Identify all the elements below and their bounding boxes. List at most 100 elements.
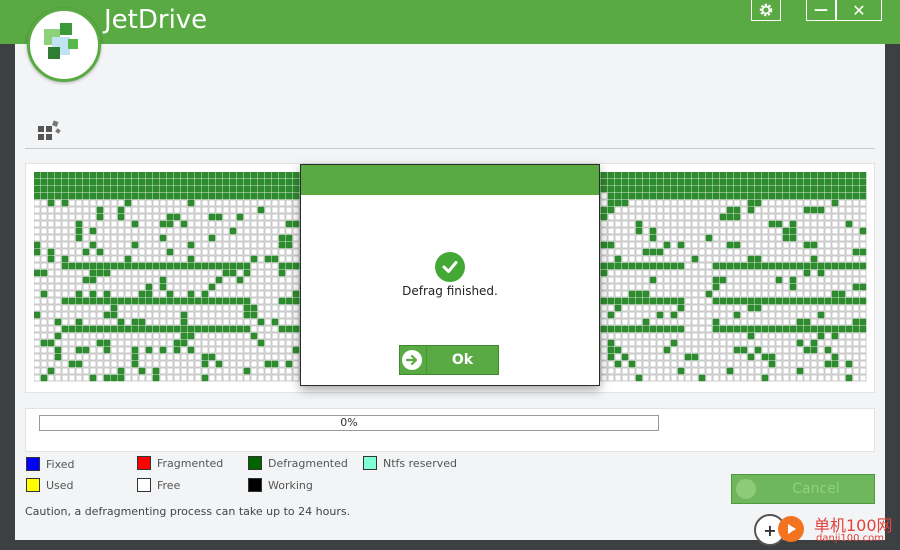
disk-cluster — [810, 269, 818, 277]
disk-cluster — [712, 241, 720, 249]
disk-cluster — [110, 227, 118, 235]
minimize-button[interactable]: — — [806, 0, 836, 21]
disk-cluster — [628, 283, 636, 291]
disk-cluster — [250, 199, 258, 207]
disk-cluster — [747, 234, 755, 242]
disk-cluster — [257, 311, 265, 319]
disk-cluster — [733, 227, 741, 235]
disk-cluster — [726, 172, 734, 179]
disk-cluster — [628, 325, 636, 333]
disk-cluster — [271, 346, 279, 354]
disk-cluster — [264, 304, 272, 312]
disk-cluster — [677, 325, 685, 333]
disk-cluster — [89, 185, 97, 193]
ok-button[interactable]: Ok — [399, 345, 499, 375]
disk-cluster — [726, 262, 734, 270]
defrag-tool-icon[interactable] — [37, 120, 63, 148]
disk-cluster — [719, 227, 727, 235]
disk-cluster — [740, 290, 748, 298]
disk-cluster — [68, 206, 76, 214]
disk-cluster — [180, 206, 188, 214]
dialog-message: Defrag finished. — [402, 284, 498, 298]
close-button[interactable]: ✕ — [836, 0, 882, 21]
disk-cluster — [621, 192, 629, 200]
disk-cluster — [782, 213, 790, 221]
disk-cluster — [89, 283, 97, 291]
disk-cluster — [663, 367, 671, 375]
disk-cluster — [712, 199, 720, 207]
disk-cluster — [705, 213, 713, 221]
disk-cluster — [243, 311, 251, 319]
disk-cluster — [117, 283, 125, 291]
disk-cluster — [705, 297, 713, 305]
disk-cluster — [607, 353, 615, 361]
disk-cluster — [712, 374, 720, 382]
disk-cluster — [663, 192, 671, 200]
disk-cluster — [131, 220, 139, 228]
disk-cluster — [684, 325, 692, 333]
legend-label: Working — [268, 478, 313, 492]
disk-cluster — [243, 304, 251, 312]
disk-cluster — [705, 178, 713, 186]
disk-cluster — [201, 318, 209, 326]
disk-cluster — [110, 367, 118, 375]
disk-cluster — [845, 311, 853, 319]
disk-cluster — [40, 311, 48, 319]
disk-cluster — [663, 332, 671, 340]
disk-cluster — [236, 325, 244, 333]
disk-cluster — [75, 367, 83, 375]
disk-cluster — [803, 304, 811, 312]
disk-cluster — [698, 276, 706, 284]
disk-cluster — [824, 297, 832, 305]
disk-cluster — [824, 304, 832, 312]
disk-cluster — [628, 192, 636, 200]
disk-cluster — [810, 185, 818, 193]
disk-cluster — [796, 227, 804, 235]
disk-cluster — [222, 346, 230, 354]
disk-cluster — [278, 297, 286, 305]
disk-cluster — [789, 269, 797, 277]
disk-cluster — [159, 374, 167, 382]
disk-cluster — [670, 234, 678, 242]
disk-cluster — [782, 304, 790, 312]
disk-cluster — [110, 262, 118, 270]
disk-cluster — [124, 276, 132, 284]
disk-cluster — [215, 304, 223, 312]
disk-cluster — [222, 339, 230, 347]
disk-cluster — [754, 172, 762, 179]
disk-cluster — [89, 262, 97, 270]
disk-cluster — [131, 290, 139, 298]
disk-cluster — [82, 360, 90, 368]
disk-cluster — [47, 367, 55, 375]
disk-cluster — [859, 172, 867, 179]
disk-cluster — [845, 346, 853, 354]
disk-cluster — [614, 374, 622, 382]
disk-cluster — [663, 241, 671, 249]
disk-cluster — [215, 262, 223, 270]
disk-cluster — [75, 241, 83, 249]
disk-cluster — [236, 227, 244, 235]
legend-label: Fragmented — [157, 456, 224, 470]
disk-cluster — [761, 346, 769, 354]
disk-cluster — [159, 220, 167, 228]
disk-cluster — [838, 227, 846, 235]
disk-cluster — [103, 318, 111, 326]
disk-cluster — [250, 269, 258, 277]
disk-cluster — [292, 241, 300, 249]
disk-cluster — [166, 339, 174, 347]
disk-cluster — [733, 213, 741, 221]
disk-cluster — [754, 220, 762, 228]
disk-cluster — [96, 255, 104, 263]
disk-cluster — [138, 206, 146, 214]
disk-cluster — [607, 304, 615, 312]
disk-cluster — [34, 360, 41, 368]
disk-cluster — [614, 234, 622, 242]
disk-cluster — [768, 367, 776, 375]
disk-cluster — [859, 360, 867, 368]
cancel-button[interactable]: Cancel — [731, 474, 875, 504]
disk-cluster — [159, 172, 167, 179]
settings-button[interactable] — [751, 0, 781, 21]
disk-cluster — [831, 234, 839, 242]
disk-cluster — [257, 346, 265, 354]
disk-cluster — [705, 311, 713, 319]
